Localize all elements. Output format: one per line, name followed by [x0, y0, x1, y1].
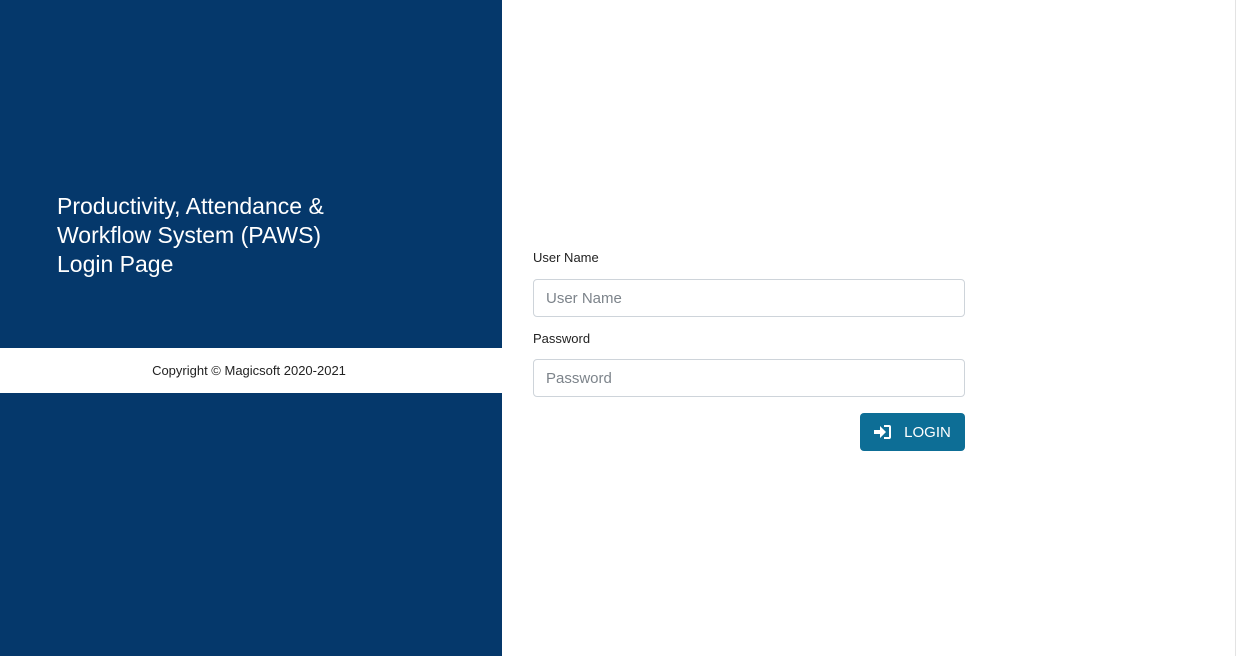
branding-panel: Productivity, Attendance & Workflow Syst…: [0, 0, 502, 656]
login-form: User Name Password LOGIN: [533, 250, 965, 451]
title-line-3: Login Page: [57, 251, 174, 277]
login-button-label: LOGIN: [904, 423, 951, 441]
username-label: User Name: [533, 250, 599, 265]
form-actions: LOGIN: [533, 413, 965, 451]
login-page: Productivity, Attendance & Workflow Syst…: [0, 0, 1237, 656]
password-label: Password: [533, 331, 591, 346]
window-right-border: [1235, 0, 1236, 656]
sign-in-icon: [874, 424, 892, 440]
page-title: Productivity, Attendance & Workflow Syst…: [57, 192, 377, 279]
username-input[interactable]: [533, 279, 965, 317]
title-line-1: Productivity, Attendance &: [57, 193, 324, 219]
copyright-text: Copyright © Magicsoft 2020-2021: [152, 363, 346, 378]
copyright-bar: Copyright © Magicsoft 2020-2021: [0, 348, 502, 393]
login-button[interactable]: LOGIN: [860, 413, 965, 451]
title-line-2: Workflow System (PAWS): [57, 222, 322, 248]
password-input[interactable]: [533, 359, 965, 397]
